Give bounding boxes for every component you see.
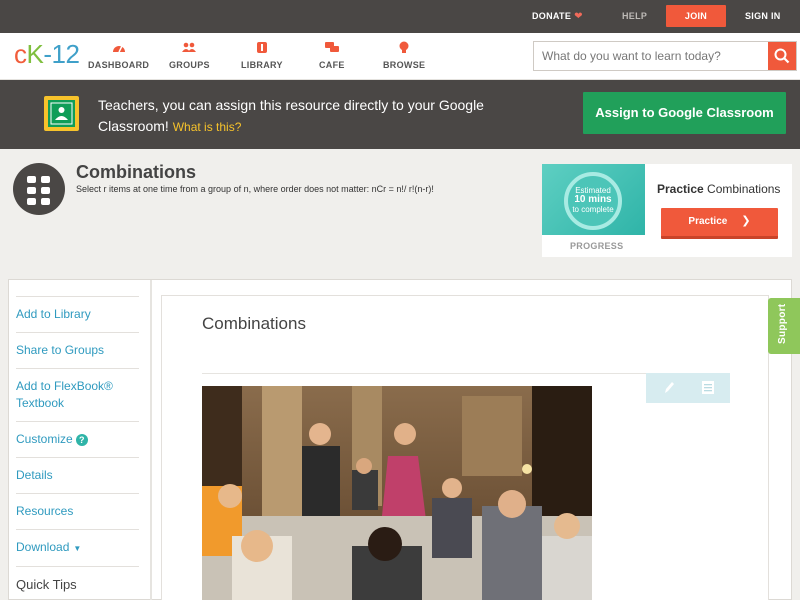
search-icon	[774, 48, 790, 64]
donate-label: DONATE	[532, 11, 572, 21]
search-button[interactable]	[768, 42, 796, 70]
nav-groups[interactable]: GROUPS	[169, 41, 210, 70]
progress-label: PROGRESS	[570, 241, 624, 251]
nav-dashboard[interactable]: DASHBOARD	[88, 41, 149, 70]
sidebar: Add to Library Share to Groups Add to Fl…	[16, 296, 139, 600]
search-input[interactable]	[534, 42, 769, 70]
pencil-icon[interactable]	[662, 380, 676, 395]
practice-button[interactable]: Practice ❯	[661, 208, 778, 239]
main-navigation: cK-12 DASHBOARD GROUPS LIBRARY CAFE BROW…	[0, 33, 800, 80]
practice-button-label: Practice	[688, 216, 728, 227]
library-book-icon	[256, 42, 267, 53]
browse-bulb-icon	[399, 41, 409, 53]
logo-12: -12	[43, 39, 80, 69]
estimated-time-badge: Estimated 10 mins to complete	[564, 172, 622, 230]
what-is-this-link[interactable]: What is this?	[173, 120, 242, 134]
sidebar-divider	[150, 280, 152, 600]
concept-description: Select r items at one time from a group …	[76, 184, 434, 194]
logo-c: c	[14, 39, 27, 69]
main-title: Combinations	[202, 314, 306, 333]
google-classroom-icon	[44, 96, 79, 131]
join-button[interactable]: JOIN	[666, 5, 726, 27]
sidebar-item-download[interactable]: Download ▼	[16, 529, 139, 566]
dashboard-gauge-icon	[112, 45, 125, 53]
nav-library[interactable]: LIBRARY	[241, 41, 283, 70]
banner-message: Teachers, you can assign this resource d…	[98, 95, 498, 138]
content-toolbar	[646, 373, 730, 403]
sign-in-link[interactable]: SIGN IN	[745, 0, 781, 33]
practice-title: Practice Combinations	[657, 182, 780, 196]
groups-people-icon	[182, 42, 197, 52]
practice-card: Estimated 10 mins to complete PROGRESS P…	[542, 164, 792, 257]
notes-icon[interactable]	[701, 380, 715, 395]
customize-label: Customize	[16, 432, 73, 446]
assign-to-google-classroom-button[interactable]: Assign to Google Classroom	[583, 92, 786, 134]
chevron-right-icon: ❯	[741, 215, 751, 227]
support-label: Support	[777, 303, 788, 344]
nav-cafe[interactable]: CAFE	[319, 41, 345, 70]
heart-icon: ❤	[574, 11, 583, 22]
cafe-chat-icon	[324, 42, 339, 52]
top-utility-bar: DONATE ❤ HELP JOIN SIGN IN	[0, 0, 800, 33]
nav-library-label: LIBRARY	[241, 60, 283, 70]
sidebar-item-customize[interactable]: Customize?	[16, 421, 139, 457]
donate-link[interactable]: DONATE ❤	[532, 0, 583, 33]
nav-browse[interactable]: BROWSE	[383, 41, 425, 70]
nav-browse-label: BROWSE	[383, 60, 426, 70]
estimated-minutes: 10 mins	[574, 194, 612, 205]
to-complete-label: to complete	[572, 205, 614, 214]
sidebar-item-details[interactable]: Details	[16, 457, 139, 493]
ck12-logo[interactable]: cK-12	[14, 39, 80, 70]
help-link[interactable]: HELP	[622, 0, 647, 33]
help-question-icon[interactable]: ?	[75, 434, 88, 446]
support-tab[interactable]: Support	[768, 298, 800, 354]
logo-k: K	[26, 39, 44, 69]
sidebar-item-share-to-groups[interactable]: Share to Groups	[16, 332, 139, 368]
sidebar-item-quick-tips[interactable]: Quick Tips	[16, 566, 139, 600]
nav-groups-label: GROUPS	[169, 60, 210, 70]
concept-title: Combinations	[76, 162, 196, 182]
caret-down-icon: ▼	[73, 544, 82, 553]
practice-title-bold: Practice	[657, 182, 704, 196]
sidebar-item-add-to-library[interactable]: Add to Library	[16, 296, 139, 332]
banner-text: Teachers, you can assign this resource d…	[98, 97, 484, 134]
classroom-photo	[202, 386, 592, 600]
nav-cafe-label: CAFE	[319, 60, 345, 70]
download-label: Download	[16, 540, 70, 554]
concept-grid-icon	[13, 163, 65, 215]
search-box	[533, 41, 797, 71]
nav-dashboard-label: DASHBOARD	[88, 60, 150, 70]
sidebar-item-resources[interactable]: Resources	[16, 493, 139, 529]
progress-graphic: Estimated 10 mins to complete	[542, 164, 645, 235]
sidebar-item-add-to-flexbook[interactable]: Add to FlexBook® Textbook	[16, 368, 139, 421]
practice-title-topic: Combinations	[707, 182, 781, 196]
